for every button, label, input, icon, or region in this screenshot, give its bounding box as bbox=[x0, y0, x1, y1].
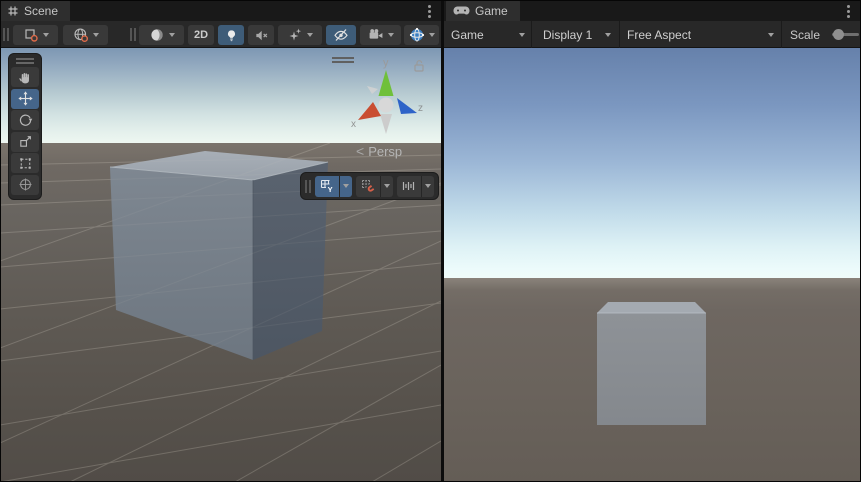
grid-axis-label: Y bbox=[327, 185, 332, 194]
gizmos-button[interactable] bbox=[404, 25, 439, 45]
game-toolbar: Game Display 1 Free Aspect Scale bbox=[444, 21, 861, 48]
speaker-mute-icon bbox=[254, 28, 269, 43]
axis-z-cone[interactable] bbox=[397, 98, 417, 114]
rotate-icon bbox=[18, 113, 33, 128]
move-tool-button[interactable] bbox=[11, 89, 39, 109]
dropdown-arrow-icon bbox=[519, 33, 525, 37]
dropdown-arrow-icon bbox=[429, 33, 435, 37]
dropdown-arrow-icon bbox=[343, 184, 349, 188]
game-panel: Game Game Display 1 Free Aspect Scale bbox=[444, 0, 861, 482]
scale-icon bbox=[18, 134, 33, 149]
game-tab-bar: Game bbox=[444, 0, 861, 21]
grid-visibility-button[interactable]: Y bbox=[315, 176, 352, 197]
persp-label-text: Persp bbox=[368, 144, 402, 159]
display-dropdown[interactable]: Display 1 bbox=[532, 21, 620, 48]
effects-button[interactable] bbox=[278, 25, 322, 45]
grid-snap-overlay: Y bbox=[300, 172, 439, 200]
orientation-gizmo[interactable]: y x z bbox=[346, 56, 426, 138]
overlay-grip[interactable] bbox=[305, 180, 311, 193]
transform-tool-button[interactable] bbox=[11, 175, 39, 195]
axis-y-label: y bbox=[383, 57, 389, 69]
pivot-icon bbox=[23, 27, 39, 43]
dropdown-arrow-icon bbox=[425, 184, 431, 188]
game-viewport[interactable] bbox=[444, 48, 861, 482]
axis-x-label: x bbox=[351, 119, 356, 130]
scale-tool-button[interactable] bbox=[11, 132, 39, 152]
view-hand-tool-button[interactable] bbox=[11, 67, 39, 87]
grid-y-icon: Y bbox=[319, 178, 335, 194]
rect-tool-icon bbox=[18, 156, 33, 171]
game-tab-label: Game bbox=[475, 4, 508, 18]
dropdown-arrow-icon bbox=[169, 33, 175, 37]
game-sky bbox=[444, 48, 861, 278]
scene-tab-bar: Scene bbox=[0, 0, 441, 21]
tab-game[interactable]: Game bbox=[446, 0, 520, 21]
axis-x-cone[interactable] bbox=[358, 102, 381, 120]
projection-toggle[interactable]: < Persp bbox=[356, 143, 402, 159]
scale-slider-knob[interactable] bbox=[833, 29, 844, 40]
overlay-grip[interactable] bbox=[16, 58, 34, 64]
2d-label: 2D bbox=[194, 29, 208, 41]
camera-icon bbox=[368, 27, 384, 43]
play-target-dropdown[interactable]: Game bbox=[444, 21, 532, 48]
scene-visibility-button[interactable] bbox=[326, 25, 356, 45]
game-menu-kebab-icon[interactable] bbox=[841, 4, 855, 19]
eye-slash-icon bbox=[333, 27, 349, 43]
display-label: Display 1 bbox=[543, 28, 592, 42]
toolbar-grip[interactable] bbox=[130, 28, 136, 41]
scene-camera-button[interactable] bbox=[360, 25, 401, 45]
scene-viewport[interactable]: y x z < Persp bbox=[0, 48, 441, 482]
globe-icon bbox=[73, 27, 89, 43]
tools-overlay bbox=[8, 53, 42, 200]
axis-negative-y-cone bbox=[380, 114, 392, 134]
shaded-sphere-icon bbox=[149, 27, 165, 43]
hand-icon bbox=[18, 70, 33, 85]
rotate-tool-button[interactable] bbox=[11, 110, 39, 130]
toolbar-grip[interactable] bbox=[3, 28, 9, 41]
scale-label: Scale bbox=[790, 28, 820, 42]
snap-increment-button[interactable] bbox=[397, 176, 434, 197]
dropdown-arrow-icon bbox=[768, 33, 774, 37]
draw-mode-button[interactable] bbox=[139, 25, 184, 45]
gamepad-icon bbox=[453, 5, 470, 17]
axis-z-label: z bbox=[418, 103, 423, 114]
move-icon bbox=[18, 91, 33, 106]
axis-negative-cone bbox=[367, 86, 378, 94]
2d-toggle-button[interactable]: 2D bbox=[188, 25, 214, 45]
audio-mute-button[interactable] bbox=[248, 25, 274, 45]
dropdown-arrow-icon bbox=[388, 33, 394, 37]
rect-tool-button[interactable] bbox=[11, 153, 39, 173]
scale-control: Scale bbox=[782, 21, 861, 48]
unity-editor: Scene bbox=[0, 0, 861, 482]
effects-sparkle-icon bbox=[287, 27, 303, 43]
gizmo-center[interactable] bbox=[379, 98, 394, 113]
increment-snap-icon bbox=[401, 178, 417, 194]
aspect-ratio-dropdown[interactable]: Free Aspect bbox=[620, 21, 782, 48]
scene-panel: Scene bbox=[0, 0, 441, 482]
persp-chevron-icon: < bbox=[356, 143, 364, 159]
dropdown-arrow-icon bbox=[605, 33, 611, 37]
axis-y-cone[interactable] bbox=[379, 70, 394, 96]
dropdown-arrow-icon bbox=[307, 33, 313, 37]
scene-toolbar: 2D bbox=[0, 21, 441, 48]
dropdown-arrow-icon bbox=[384, 184, 390, 188]
tab-scene[interactable]: Scene bbox=[0, 0, 70, 21]
scene-tab-label: Scene bbox=[24, 4, 58, 18]
transform-icon bbox=[18, 177, 33, 192]
gizmo-sphere-icon bbox=[409, 27, 425, 43]
dropdown-arrow-icon bbox=[43, 33, 49, 37]
aspect-label: Free Aspect bbox=[627, 28, 691, 42]
scene-lighting-button[interactable] bbox=[218, 25, 244, 45]
scene-menu-kebab-icon[interactable] bbox=[422, 4, 436, 19]
scene-grid-icon bbox=[7, 5, 19, 17]
snap-magnet-icon bbox=[360, 178, 376, 194]
snap-magnet-button[interactable] bbox=[356, 176, 393, 197]
dropdown-arrow-icon bbox=[93, 33, 99, 37]
handle-orientation-button[interactable] bbox=[63, 25, 108, 45]
tool-settings-button[interactable] bbox=[13, 25, 58, 45]
light-bulb-icon bbox=[224, 28, 239, 43]
play-target-label: Game bbox=[451, 28, 484, 42]
game-cube bbox=[594, 298, 710, 428]
